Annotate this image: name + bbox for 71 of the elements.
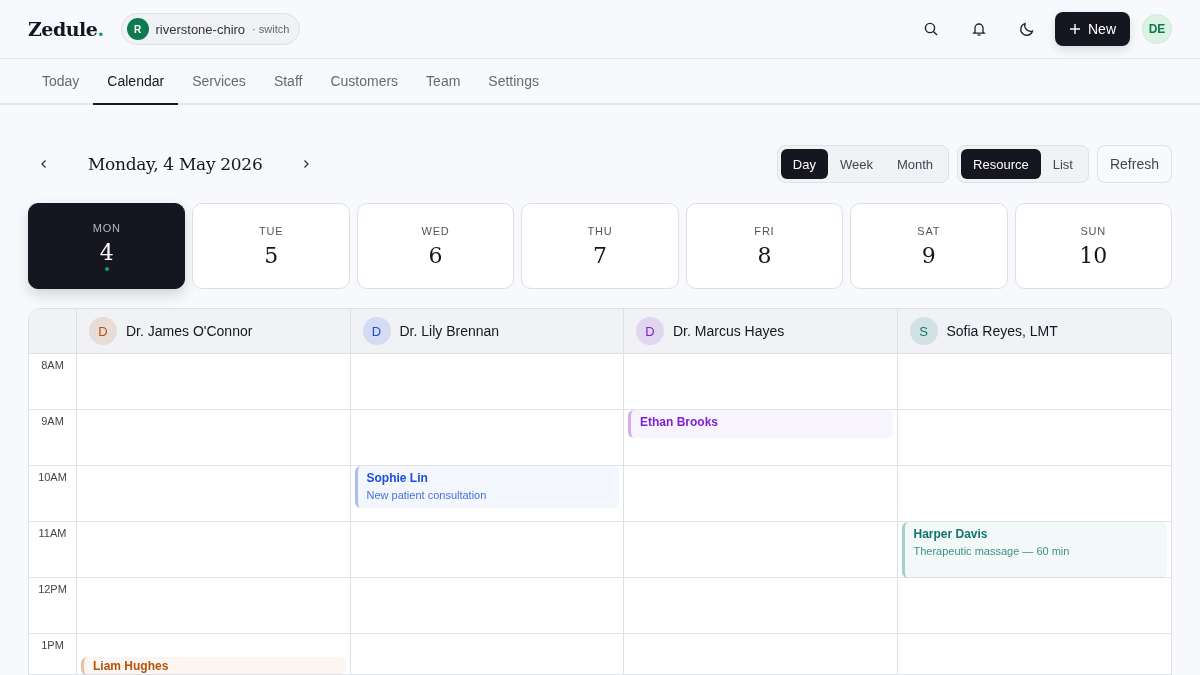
nav-tab[interactable]: Customers [316,59,413,105]
weekday-label: THU [587,224,613,237]
weekday-label: MON [92,221,121,234]
day-number: 7 [593,242,607,268]
appointment-name: Sophie Lin [366,471,428,485]
resource-avatar: D [89,317,117,345]
resource-name: Dr. Marcus Hayes [673,323,785,339]
nav-tab[interactable]: Today [28,59,94,105]
view-option[interactable]: Month [884,149,946,179]
resource-avatar: D [362,317,391,345]
weekday-label: SUN [1080,224,1107,237]
appointment-name: Harper Davis [913,527,988,541]
logo[interactable]: Zedule. [28,18,107,40]
user-avatar[interactable]: DE [1142,14,1172,44]
day-card[interactable]: THU 7 [521,203,679,289]
resource-avatar: D [636,317,664,345]
refresh-button[interactable]: Refresh [1096,145,1172,183]
day-card[interactable]: TUE 5 [192,203,350,289]
nav-tab[interactable]: Calendar [93,59,179,105]
time-label: 11AM [38,527,67,540]
mode-option[interactable]: Resource [961,149,1041,179]
switch-link: · switch [252,23,290,35]
day-card[interactable]: FRI 8 [685,203,844,289]
nav-tab[interactable]: Team [412,59,475,105]
day-number: 6 [428,242,443,268]
day-card[interactable]: MON 4 [28,203,186,289]
moon-icon[interactable] [1019,21,1035,37]
time-label: 12PM [38,583,67,596]
time-label: 8AM [41,359,64,372]
nav-tab[interactable]: Staff [259,59,317,105]
bell-icon[interactable] [971,21,987,37]
appointment-card[interactable]: Ethan Brooks [628,410,893,438]
day-number: 8 [757,242,772,268]
chevron-left-icon[interactable] [39,159,49,169]
resource-avatar: S [909,317,938,345]
workspace-name: riverstone-chiro [155,21,246,37]
day-number: 4 [99,239,114,265]
appointment-card[interactable]: Sophie Lin New patient consultation [354,466,619,508]
weekday-label: SAT [917,224,941,237]
search-icon[interactable] [923,21,939,37]
nav-tab[interactable]: Settings [474,59,553,105]
day-card[interactable]: SAT 9 [850,203,1008,289]
current-date: Monday, 4 May 2026 [88,154,263,174]
day-number: 9 [921,242,936,268]
appointment-detail: New patient consultation [366,489,487,501]
day-card[interactable]: WED 6 [356,203,515,289]
time-label: 1PM [41,639,64,652]
nav-tab[interactable]: Services [178,59,260,105]
time-label: 10AM [38,471,67,484]
appointment-card[interactable]: Liam Hughes [81,657,346,675]
workspace-avatar: R [126,18,149,40]
new-button[interactable]: New [1055,12,1130,46]
weekday-label: WED [421,224,450,237]
resource-name: Dr. Lily Brennan [399,323,500,339]
time-label: 9AM [41,415,64,428]
day-number: 5 [264,242,279,268]
appointment-name: Liam Hughes [93,659,169,673]
plus-icon [1069,23,1081,35]
mode-option[interactable]: List [1040,149,1085,179]
appointment-name: Ethan Brooks [640,415,718,429]
weekday-label: FRI [754,224,775,237]
view-option[interactable]: Week [827,149,885,179]
weekday-label: TUE [258,224,284,237]
appointment-detail: Therapeutic massage — 60 min [913,545,1070,557]
workspace-switcher[interactable]: R riverstone-chiro · switch [120,13,301,45]
appointment-card[interactable]: Harper Davis Therapeutic massage — 60 min [901,522,1167,578]
resource-name: Dr. James O'Connor [126,323,253,339]
day-number: 10 [1079,242,1108,268]
day-card[interactable]: SUN 10 [1014,203,1172,289]
view-option[interactable]: Day [780,149,828,179]
resource-name: Sofia Reyes, LMT [946,323,1058,339]
